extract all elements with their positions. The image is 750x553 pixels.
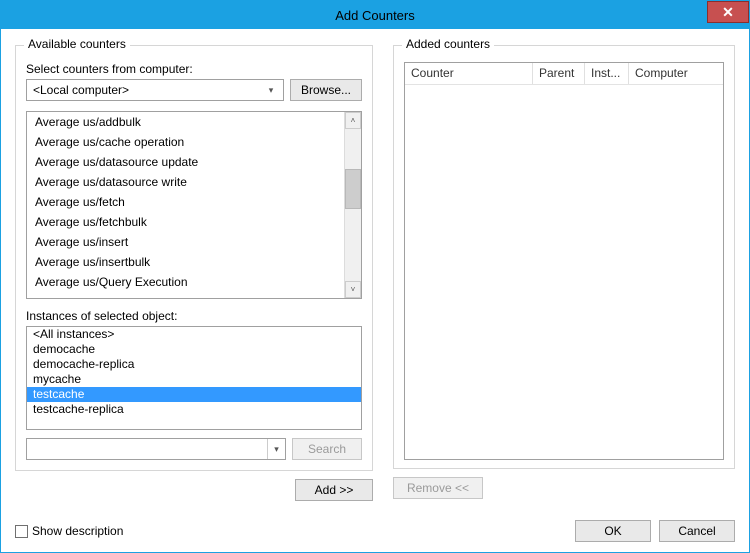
checkbox-icon <box>15 525 28 538</box>
search-combo[interactable]: ▾ <box>26 438 286 460</box>
counters-scrollbar[interactable]: ˄ ˅ <box>344 112 361 298</box>
chevron-down-icon: ▾ <box>263 81 279 99</box>
available-counters-group: Available counters Select counters from … <box>15 45 373 471</box>
table-header: Counter Parent Inst... Computer <box>405 63 723 85</box>
computer-combo-value: <Local computer> <box>33 83 129 97</box>
computer-combo[interactable]: <Local computer> ▾ <box>26 79 284 101</box>
instances-listbox[interactable]: <All instances> democache democache-repl… <box>26 326 362 430</box>
dialog-content: Available counters Select counters from … <box>1 29 749 507</box>
select-computer-label: Select counters from computer: <box>26 62 362 76</box>
counter-item[interactable]: Average us/datasource write <box>27 172 344 192</box>
remove-row: Remove << <box>393 477 735 499</box>
added-counters-label: Added counters <box>402 37 494 51</box>
counter-item[interactable]: Average us/insertbulk <box>27 252 344 272</box>
titlebar: Add Counters ✕ <box>1 1 749 29</box>
instance-item[interactable]: testcache-replica <box>27 402 361 417</box>
close-button[interactable]: ✕ <box>707 1 749 23</box>
table-body[interactable] <box>405 85 723 459</box>
dialog-footer: Show description OK Cancel <box>15 520 735 542</box>
add-button[interactable]: Add >> <box>295 479 373 501</box>
cancel-button[interactable]: Cancel <box>659 520 735 542</box>
instances-label: Instances of selected object: <box>26 309 362 323</box>
counter-item[interactable]: Average us/datasource update <box>27 152 344 172</box>
counter-item[interactable]: Average us/Query Execution <box>27 272 344 292</box>
show-description-checkbox[interactable]: Show description <box>15 524 123 538</box>
counter-item[interactable]: Average us/fetchbulk <box>27 212 344 232</box>
computer-row: <Local computer> ▾ Browse... <box>26 79 362 101</box>
remove-button[interactable]: Remove << <box>393 477 483 499</box>
close-icon: ✕ <box>722 4 734 21</box>
added-counters-group: Added counters Counter Parent Inst... Co… <box>393 45 735 469</box>
instance-item[interactable]: testcache <box>27 387 361 402</box>
window-title: Add Counters <box>335 8 415 23</box>
available-counters-label: Available counters <box>24 37 130 51</box>
ok-button[interactable]: OK <box>575 520 651 542</box>
right-panel: Added counters Counter Parent Inst... Co… <box>393 39 735 499</box>
scroll-track[interactable] <box>345 129 361 281</box>
search-button[interactable]: Search <box>292 438 362 460</box>
instance-item[interactable]: democache <box>27 342 361 357</box>
show-description-label: Show description <box>32 524 123 538</box>
col-computer[interactable]: Computer <box>629 63 723 84</box>
instance-item[interactable]: <All instances> <box>27 327 361 342</box>
browse-button[interactable]: Browse... <box>290 79 362 101</box>
counters-list-inner: Average us/addbulk Average us/cache oper… <box>27 112 344 298</box>
dialog-buttons: OK Cancel <box>575 520 735 542</box>
add-counters-dialog: Add Counters ✕ Available counters Select… <box>0 0 750 553</box>
left-panel: Available counters Select counters from … <box>15 39 373 499</box>
counters-listbox[interactable]: Average us/addbulk Average us/cache oper… <box>26 111 362 299</box>
added-counters-table: Counter Parent Inst... Computer <box>404 62 724 460</box>
scroll-thumb[interactable] <box>345 169 361 209</box>
counter-item[interactable]: Average us/cache operation <box>27 132 344 152</box>
scroll-up-icon[interactable]: ˄ <box>345 112 361 129</box>
add-row: Add >> <box>15 479 373 501</box>
col-inst[interactable]: Inst... <box>585 63 629 84</box>
instance-item[interactable]: democache-replica <box>27 357 361 372</box>
counter-item[interactable]: Average us/insert <box>27 232 344 252</box>
col-counter[interactable]: Counter <box>405 63 533 84</box>
counter-item[interactable]: Average us/addbulk <box>27 112 344 132</box>
instance-item[interactable]: mycache <box>27 372 361 387</box>
chevron-down-icon: ▾ <box>267 439 285 459</box>
scroll-down-icon[interactable]: ˅ <box>345 281 361 298</box>
col-parent[interactable]: Parent <box>533 63 585 84</box>
search-row: ▾ Search <box>26 438 362 460</box>
counter-item[interactable]: Average us/fetch <box>27 192 344 212</box>
